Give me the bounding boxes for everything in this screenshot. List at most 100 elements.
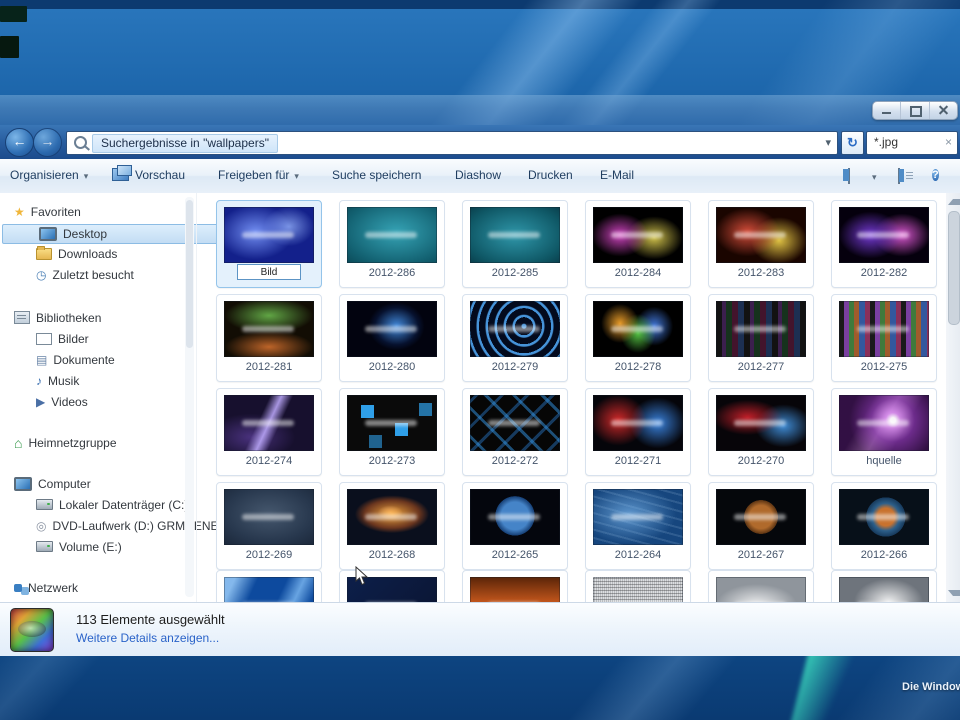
file-label: 2012-279 [491,361,539,373]
file-tile[interactable]: 2012-277 [708,294,814,382]
share-button[interactable]: Freigeben für ▾ [218,168,299,182]
file-tile[interactable] [462,570,568,602]
wallpaper-thumbnail [470,395,560,451]
chevron-down-icon: ▾ [83,171,89,181]
file-tile[interactable]: 2012-286 [339,200,445,288]
refresh-button[interactable]: ↻ [841,131,864,155]
file-tile[interactable]: 2012-269 [216,482,322,570]
file-tile[interactable]: 2012-268 [339,482,445,570]
file-label: 2012-284 [614,267,662,279]
details-pane: 113 Elemente ausgewählt Weitere Details … [0,602,960,656]
change-view-button[interactable] [898,168,900,184]
file-tile[interactable]: 2012-265 [462,482,568,570]
file-tile[interactable]: 2012-278 [585,294,691,382]
wallpaper-thumbnail [839,301,929,357]
maximize-button[interactable] [901,102,930,119]
file-tile[interactable]: 2012-272 [462,388,568,476]
sidebar-group-computer[interactable]: Computer [0,475,198,494]
file-tile[interactable]: 2012-279 [462,294,568,382]
window-titlebar[interactable] [0,95,960,125]
wallpaper-thumbnail [716,489,806,545]
file-label: 2012-272 [491,455,539,467]
sidebar-scrollbar[interactable] [185,197,194,597]
scrollbar-thumb[interactable] [948,211,960,325]
file-tile[interactable]: 2012-283 [708,200,814,288]
slideshow-button[interactable]: Diashow [455,168,501,182]
wallpaper-thumbnail [347,301,437,357]
file-tile[interactable]: 2012-285 [462,200,568,288]
wallpaper-thumbnail [593,395,683,451]
clock-icon: ◷ [36,267,47,282]
file-tile[interactable]: 2012-271 [585,388,691,476]
back-button[interactable]: ← [5,128,34,157]
window-body: ★ Favoriten Desktop Downloads ◷ Zuletzt be… [0,193,960,602]
file-tile[interactable]: 2012-266 [831,482,937,570]
preview-button[interactable]: Vorschau [112,165,185,182]
file-label: 2012-271 [614,455,662,467]
file-tile[interactable]: 2012-275 [831,294,937,382]
print-button[interactable]: Drucken [528,168,573,182]
file-tile[interactable]: 2012-270 [708,388,814,476]
save-search-button[interactable]: Suche speichern [332,168,421,182]
search-query[interactable]: *.jpg [874,135,898,149]
sidebar-group-homegroup[interactable]: ⌂ Heimnetzgruppe [0,434,198,453]
close-button[interactable] [930,102,957,119]
scroll-up-arrow[interactable] [948,199,960,205]
file-label: hquelle [866,455,902,467]
file-tile[interactable]: 2012-280 [339,294,445,382]
sidebar-group-favorites[interactable]: ★ Favoriten [0,203,198,222]
command-toolbar: Organisieren ▾ Vorschau Freigeben für ▾ Su… [0,159,960,194]
address-bar[interactable]: Suchergebnisse in "wallpapers" ▾ [66,131,838,155]
chevron-down-icon: ▾ [294,171,299,181]
wallpaper-thumbnail [593,301,683,357]
file-tile[interactable]: 2012-274 [216,388,322,476]
libraries-icon [14,311,30,325]
scrollbar-thumb[interactable] [186,200,193,348]
file-label: 2012-280 [368,361,416,373]
video-artifact [0,6,27,22]
file-label: 2012-266 [860,549,908,561]
wallpaper-thumbnail [716,207,806,263]
preview-pane-button[interactable] [848,168,850,184]
chevron-down-icon[interactable]: ▾ [872,172,877,183]
file-label: 2012-286 [368,267,416,279]
file-label: 2012-268 [368,549,416,561]
clear-search-icon[interactable]: × [945,135,952,149]
organize-button[interactable]: Organisieren ▾ [10,168,88,182]
search-box[interactable]: *.jpg × [866,131,958,155]
file-tile[interactable]: hquelle [831,388,937,476]
wallpaper-thumbnail [716,395,806,451]
file-tile[interactable]: 2012-284 [585,200,691,288]
forward-button[interactable]: → [33,128,62,157]
file-tile[interactable] [216,570,322,602]
file-tile[interactable] [708,570,814,602]
email-button[interactable]: E-Mail [600,168,634,182]
file-tile[interactable]: 2012-267 [708,482,814,570]
file-grid: 2012-286 2012-285 2012-284 2012-283 2012-282… [196,193,947,602]
sidebar-group-network[interactable]: Netzwerk [0,579,198,598]
computer-icon [14,476,32,491]
wallpaper-thumbnail [716,301,806,357]
homegroup-icon: ⌂ [14,434,23,451]
file-tile[interactable]: 2012-273 [339,388,445,476]
file-tile[interactable] [585,570,691,602]
file-label: 2012-285 [491,267,539,279]
show-details-link[interactable]: Weitere Details anzeigen... [76,631,219,645]
breadcrumb[interactable]: Suchergebnisse in "wallpapers" [92,134,278,153]
file-tile[interactable]: 2012-281 [216,294,322,382]
scroll-down-arrow[interactable] [948,590,960,596]
views-icon [898,168,900,184]
file-tile[interactable] [831,570,937,602]
rename-input[interactable] [237,264,301,280]
sidebar-group-libraries[interactable]: Bibliotheken [0,309,198,328]
maximize-icon [910,106,923,117]
file-label: 2012-265 [491,549,539,561]
vertical-scrollbar[interactable] [946,193,960,602]
file-tile[interactable] [216,200,322,288]
minimize-button[interactable] [873,102,902,119]
help-button[interactable]: ? [932,167,939,183]
file-tile[interactable]: 2012-264 [585,482,691,570]
file-tile[interactable]: 2012-282 [831,200,937,288]
chevron-down-icon[interactable]: ▾ [825,136,831,149]
wallpaper-thumbnail [470,301,560,357]
